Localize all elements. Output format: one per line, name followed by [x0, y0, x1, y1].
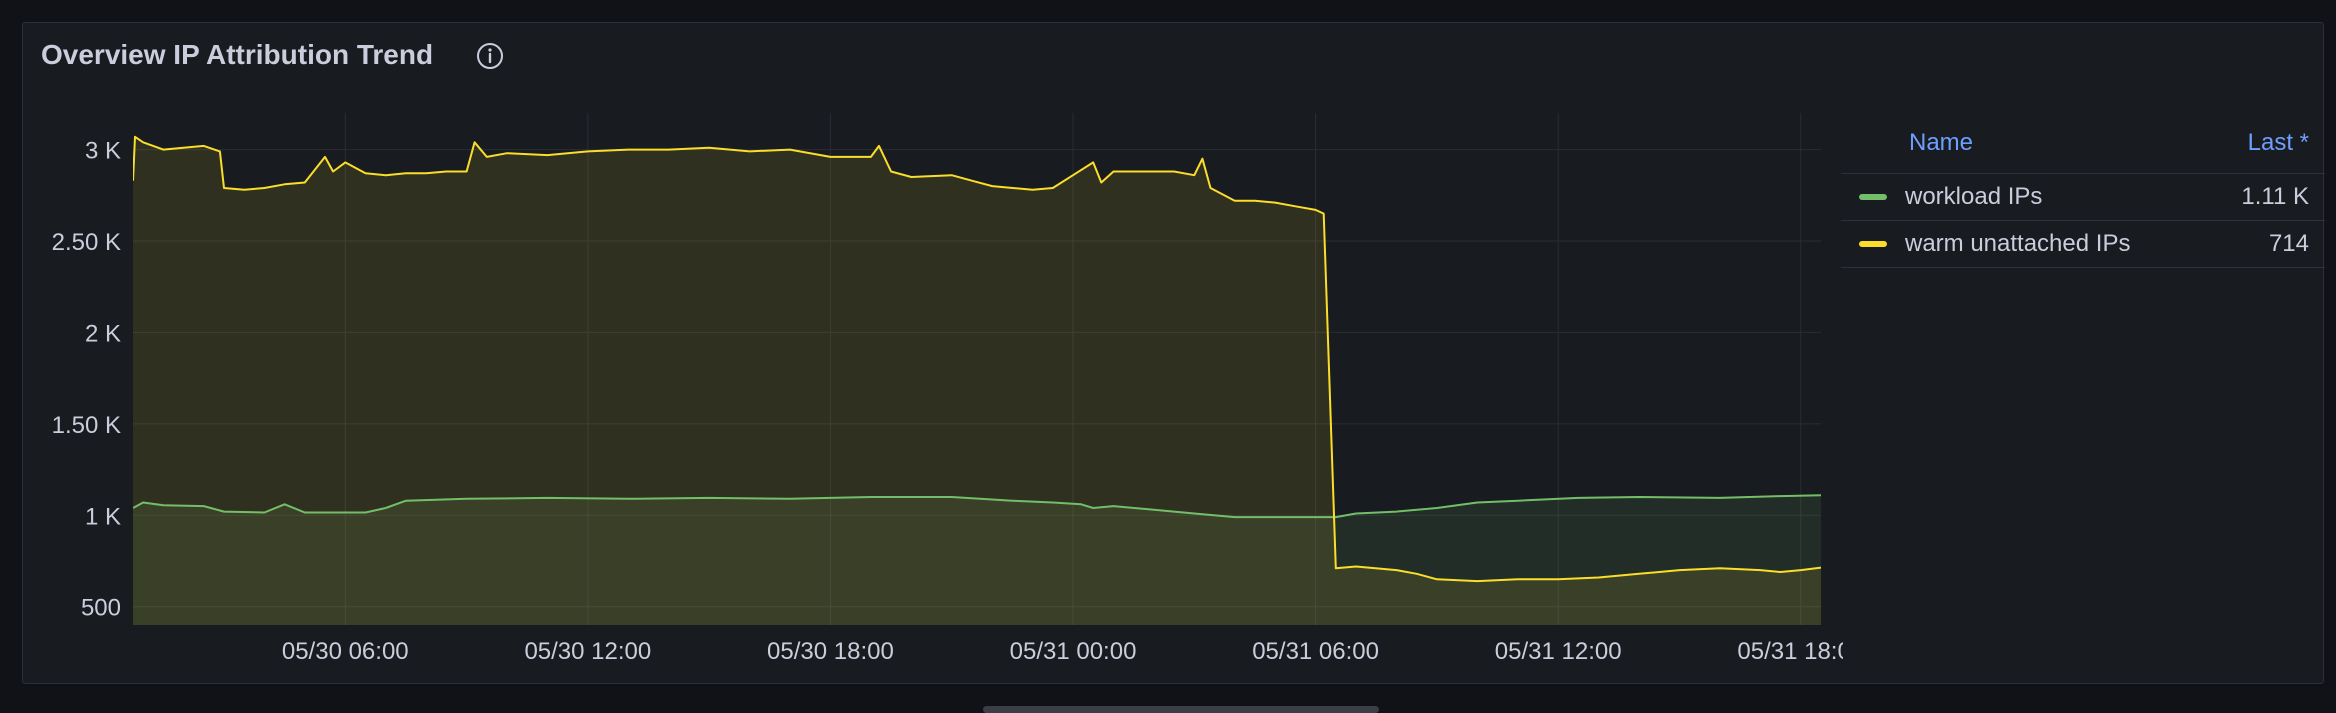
legend-last-value: 714 [2268, 230, 2309, 257]
time-series-chart[interactable]: 500 1 K 1.50 K 2 K 2.50 K 3 K 05/30 06:00 05/30… [23, 23, 1843, 685]
y-tick-label: 2.50 K [52, 229, 121, 256]
x-tick-label: 05/30 12:00 [524, 638, 651, 665]
y-tick-label: 500 [81, 595, 121, 622]
series-color-swatch [1859, 194, 1887, 200]
x-tick-label: 05/31 00:00 [1010, 638, 1137, 665]
x-tick-label: 05/31 06:00 [1252, 638, 1379, 665]
y-tick-label: 2 K [85, 320, 121, 347]
x-tick-label: 05/31 18:00 [1737, 638, 1843, 665]
legend-series-name: warm unattached IPs [1905, 230, 2131, 257]
horizontal-scrollbar[interactable] [983, 706, 1379, 713]
y-tick-label: 3 K [85, 138, 121, 165]
legend-item-warm-unattached-ips[interactable]: warm unattached IPs 714 [1841, 221, 2325, 268]
legend-item-workload-ips[interactable]: workload IPs 1.11 K [1841, 174, 2325, 221]
legend-header: Name Last * [1841, 113, 2325, 174]
y-tick-label: 1.50 K [52, 412, 121, 439]
chart-panel: Overview IP Attribution Trend 500 1 K 1.50… [22, 22, 2325, 713]
legend-last-header[interactable]: Last * [2248, 129, 2309, 157]
x-tick-label: 05/30 18:00 [767, 638, 894, 665]
legend-table: Name Last * workload IPs 1.11 K warm una… [1841, 113, 2325, 268]
legend-series-name: workload IPs [1905, 183, 2043, 210]
x-tick-label: 05/30 06:00 [282, 638, 409, 665]
y-tick-label: 1 K [85, 503, 121, 530]
x-tick-label: 05/31 12:00 [1495, 638, 1622, 665]
legend-last-value: 1.11 K [2241, 183, 2309, 210]
series-color-swatch [1859, 241, 1887, 247]
legend-name-header[interactable]: Name [1909, 129, 2248, 157]
